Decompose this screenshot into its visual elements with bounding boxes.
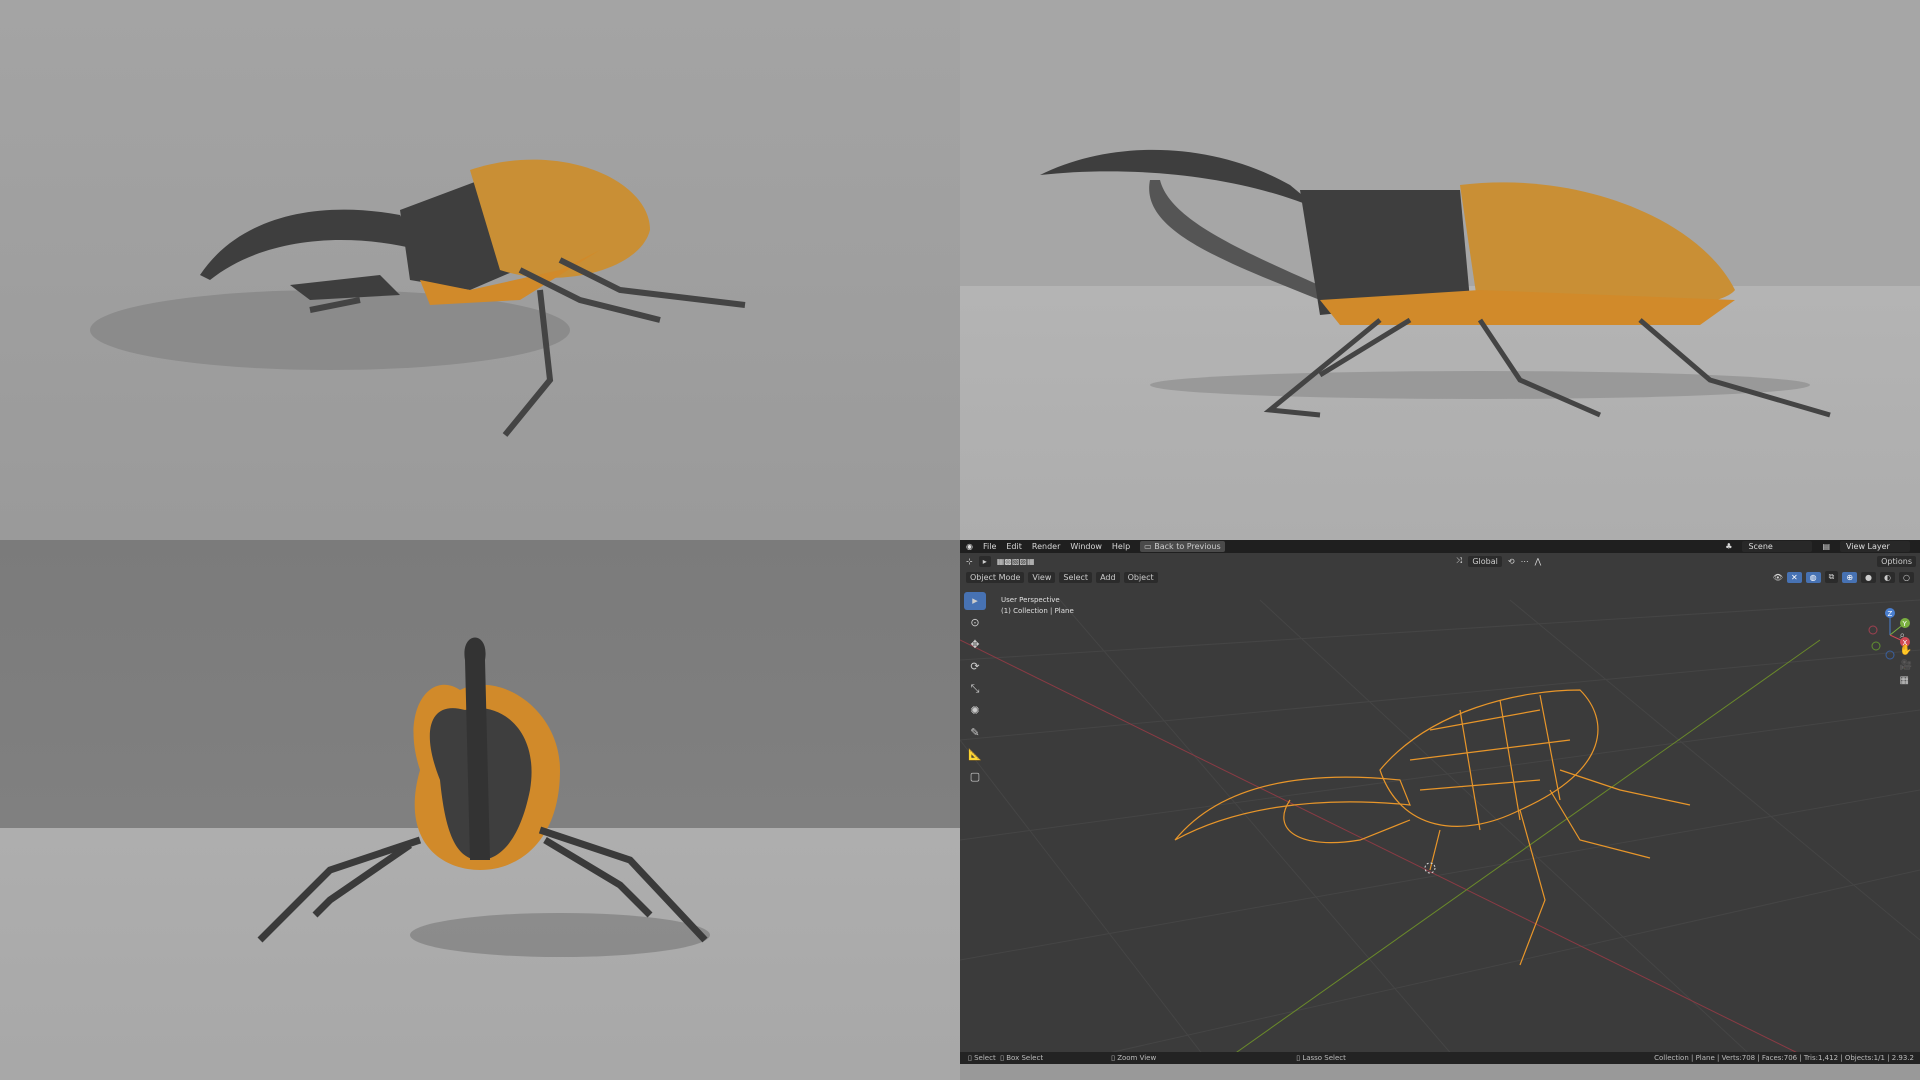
top-menu-bar: ◉ File Edit Render Window Help ▭ Back to… <box>960 540 1920 553</box>
options-dropdown[interactable]: Options <box>1877 555 1916 567</box>
y-axis-line <box>1219 639 1821 1064</box>
beetle-render-side <box>1040 149 1831 418</box>
ortho-grid-icon[interactable]: ▦ <box>1900 675 1912 686</box>
scale-icon[interactable]: ⤡ <box>964 680 986 698</box>
pan-hand-icon[interactable]: ✋ <box>1900 645 1912 656</box>
transform-icon[interactable]: ✺ <box>964 702 986 720</box>
render-view-front <box>0 540 960 1080</box>
navigation-buttons: ⌕ ✋ 🎥 ▦ <box>1900 630 1912 686</box>
blender-logo-icon[interactable]: ◉ <box>966 542 973 551</box>
transform-icon[interactable]: ⊹ <box>966 557 973 566</box>
orientation-icon[interactable]: ⤨ <box>1456 556 1462 566</box>
menu-help[interactable]: Help <box>1112 542 1130 551</box>
mouse-right-icon: ▯ <box>1296 1054 1301 1062</box>
horn <box>200 209 420 280</box>
annotate-icon[interactable]: ✎ <box>964 724 986 742</box>
render-view-three-quarter <box>0 0 960 540</box>
proportional-icon[interactable]: ⋀ <box>1535 557 1542 566</box>
beetle-render <box>90 159 746 437</box>
select-tool-icon[interactable]: ▸ <box>978 555 991 567</box>
selection-mode-icons[interactable]: ▦▩▧▨▦ <box>997 557 1035 566</box>
shadow <box>90 290 570 370</box>
status-box-select: Box Select <box>1006 1054 1044 1062</box>
tool-settings-bar: ⊹ ▸ ▦▩▧▨▦ ⤨ Global ⟲ ⋯ ⋀ Options <box>960 553 1920 569</box>
status-bar: ▯ Select ▯ Box Select ▯ Zoom View ▯ Lass… <box>960 1052 1920 1064</box>
mouse-left-icon: ▯ <box>968 1054 972 1062</box>
mouse-drag-icon: ▯ <box>1000 1054 1005 1062</box>
x-axis-line <box>960 639 1821 1064</box>
navigation-gizmo[interactable]: Z Y X <box>960 580 1920 680</box>
view-layer-icon[interactable]: ▤ <box>1822 542 1830 551</box>
gizmo-y: Y <box>1902 620 1908 628</box>
menu-render[interactable]: Render <box>1032 542 1060 551</box>
scene-field[interactable]: Scene <box>1742 541 1813 552</box>
beetle-wireframe <box>1174 689 1691 966</box>
snap-icon[interactable]: ⋯ <box>1521 557 1529 566</box>
blender-window: ◉ File Edit Render Window Help ▭ Back to… <box>960 540 1920 1064</box>
measure-icon[interactable]: 📐 <box>964 746 986 764</box>
zoom-icon[interactable]: ⌕ <box>1900 630 1912 641</box>
scene-stats: Collection | Plane | Verts:708 | Faces:7… <box>1654 1054 1914 1062</box>
menu-file[interactable]: File <box>983 542 996 551</box>
camera-icon[interactable]: 🎥 <box>1900 660 1912 671</box>
back-to-previous-button[interactable]: ▭ Back to Previous <box>1140 541 1225 552</box>
gizmo-z: Z <box>1888 610 1893 618</box>
render-view-side <box>960 0 1920 540</box>
beetle-render-front <box>257 637 710 957</box>
menu-window[interactable]: Window <box>1070 542 1102 551</box>
view-layer-field[interactable]: View Layer <box>1840 541 1910 552</box>
orientation-dropdown[interactable]: Global <box>1468 555 1502 567</box>
status-lasso: Lasso Select <box>1302 1054 1346 1062</box>
scene-icon[interactable]: ♣ <box>1725 542 1732 551</box>
pivot-icon[interactable]: ⟲ <box>1508 557 1515 566</box>
status-select: Select <box>974 1054 996 1062</box>
status-zoom: Zoom View <box>1117 1054 1157 1062</box>
menu-edit[interactable]: Edit <box>1006 542 1022 551</box>
add-cube-icon[interactable]: ▢ <box>964 768 986 786</box>
mouse-middle-icon: ▯ <box>1111 1054 1115 1062</box>
